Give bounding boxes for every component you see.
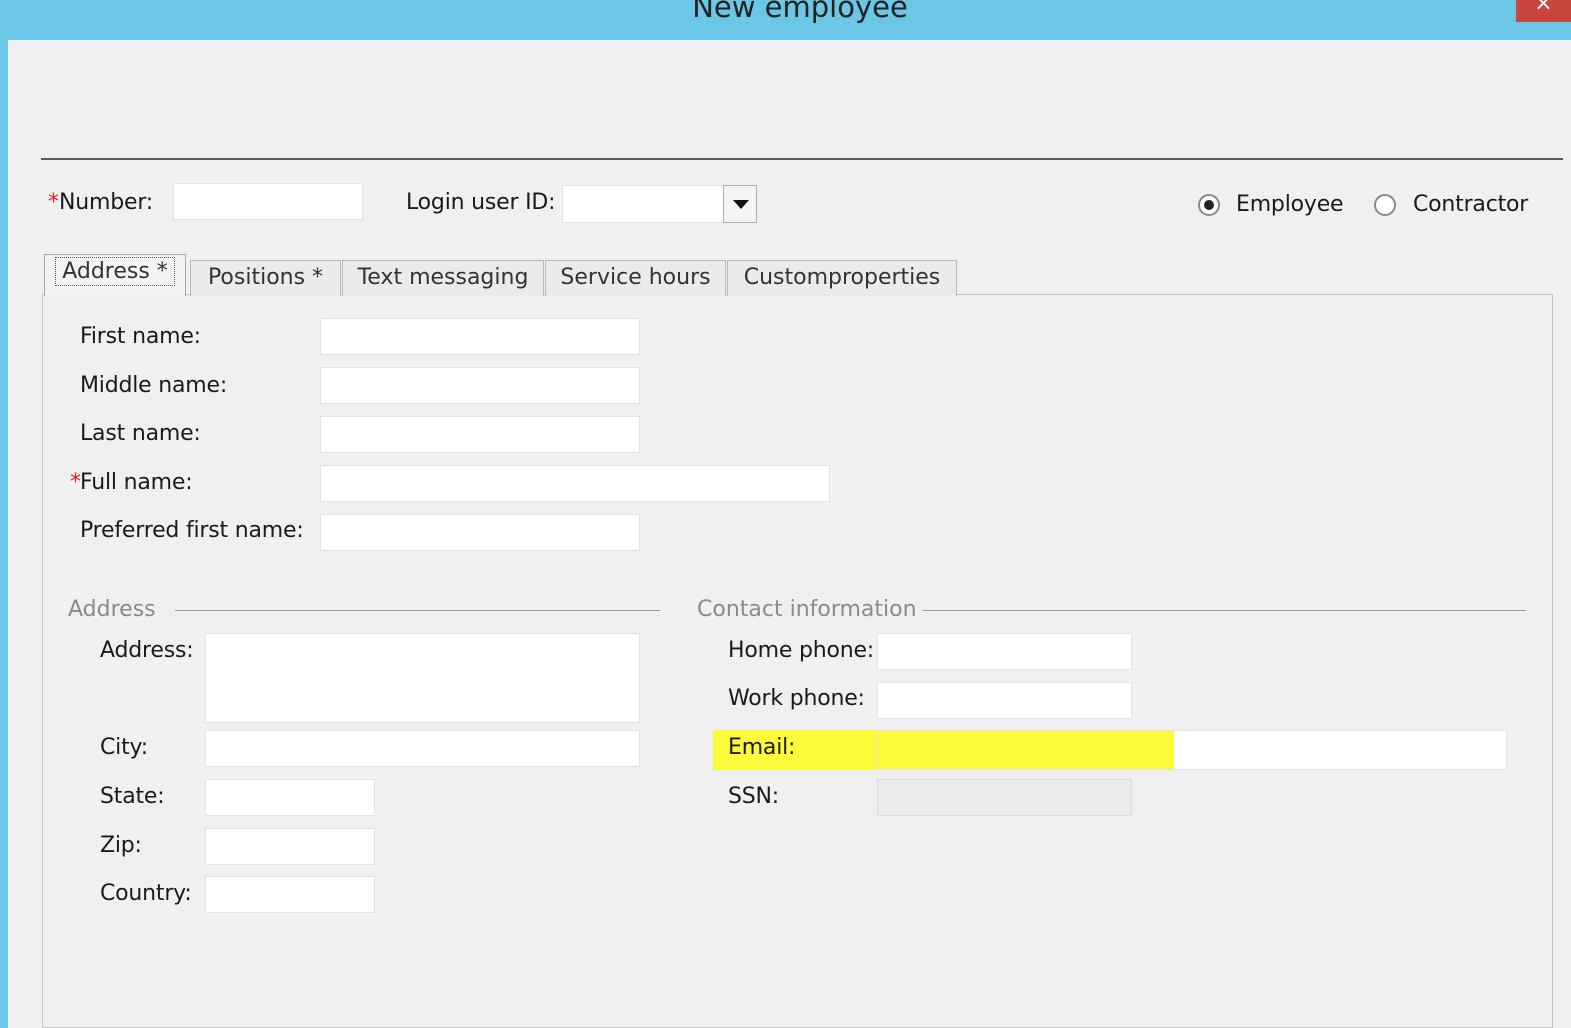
tab-service-hours[interactable]: Service hours [545,260,726,296]
login-user-id-dropdown-button[interactable] [723,185,757,223]
radio-contractor[interactable] [1374,194,1396,216]
last-name-input[interactable] [320,416,640,453]
number-label: Number: [59,190,154,215]
city-label: City: [100,735,148,760]
header-separator [41,158,1563,160]
number-input[interactable] [173,183,363,220]
radio-contractor-label[interactable]: Contractor [1413,192,1528,217]
tab-text-messaging-label: Text messaging [357,265,529,290]
address-label: Address: [100,638,194,663]
login-user-id-combobox[interactable] [562,185,724,223]
login-user-id-label: Login user ID: [406,190,556,215]
tab-address-label: Address * [55,257,175,286]
full-name-label: Full name: [80,470,193,495]
tab-address[interactable]: Address * [44,254,186,296]
radio-employee-label[interactable]: Employee [1236,192,1344,217]
preferred-first-name-input[interactable] [320,514,640,551]
country-label: Country: [100,881,192,906]
ssn-label: SSN: [728,784,779,809]
tab-service-hours-label: Service hours [560,265,711,290]
dialog-body: * Number: Login user ID: Employee Contra… [8,40,1571,1028]
tab-custom-properties-label: Customproperties [743,265,941,290]
middle-name-label: Middle name: [80,373,228,398]
zip-input[interactable] [205,828,375,865]
radio-employee[interactable] [1198,194,1220,216]
zip-label: Zip: [100,833,142,858]
preferred-first-name-label: Preferred first name: [80,518,304,543]
contact-group-divider [923,610,1526,611]
title-bar: New employee × [0,0,1571,40]
address-group-divider [175,610,660,611]
work-phone-input[interactable] [877,682,1132,719]
state-input[interactable] [205,779,375,816]
last-name-label: Last name: [80,421,201,446]
close-button[interactable]: × [1516,0,1571,22]
ssn-input[interactable] [877,779,1132,816]
address-group-title: Address [68,597,156,622]
home-phone-label: Home phone: [728,638,875,663]
country-input[interactable] [205,876,375,913]
email-label: Email: [728,735,796,760]
middle-name-input[interactable] [320,367,640,404]
first-name-input[interactable] [320,318,640,355]
tab-positions[interactable]: Positions * [190,260,341,296]
tab-positions-label: Positions * [207,265,324,290]
first-name-label: First name: [80,324,201,349]
chevron-down-icon [733,200,749,209]
close-icon: × [1534,0,1553,16]
email-input-highlight [878,731,1174,769]
state-label: State: [100,784,165,809]
required-mark: * [48,190,59,215]
address-textarea[interactable] [205,633,640,723]
window-title: New employee [692,0,908,24]
tab-text-messaging[interactable]: Text messaging [342,260,544,296]
home-phone-input[interactable] [877,633,1132,670]
tab-custom-properties[interactable]: Customproperties [727,260,957,296]
city-input[interactable] [205,730,640,767]
contact-group-title: Contact information [697,597,917,622]
work-phone-label: Work phone: [728,686,865,711]
full-name-input[interactable] [320,465,830,502]
